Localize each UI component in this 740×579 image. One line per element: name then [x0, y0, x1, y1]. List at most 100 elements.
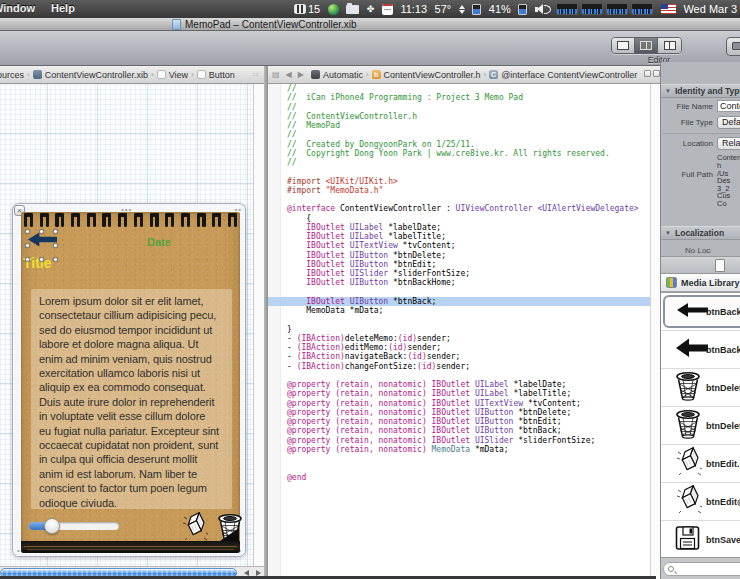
code-line[interactable]: @property (retain, nonatomic) IBOutlet U… [287, 389, 639, 398]
status-temp[interactable]: 57° [435, 3, 452, 15]
gauge-icon-1[interactable] [472, 4, 481, 15]
status-time[interactable]: 11:13 [400, 3, 427, 15]
code-line[interactable]: IBOutlet UIButton *btnBack; [287, 297, 639, 306]
identity-section-header[interactable]: Identity and Type [661, 84, 740, 98]
breadcrumb-view[interactable]: View [169, 70, 188, 80]
code-line[interactable]: // Created by DongyoonPark on 1/25/11. [287, 140, 639, 149]
status-calendar[interactable] [382, 4, 393, 15]
jumpbar-menu-icon[interactable]: ∷ [254, 71, 259, 79]
flag-icon[interactable] [661, 4, 676, 14]
media-item-btnBack2xpng[interactable]: btnBack@2x.png [661, 331, 740, 369]
code-line[interactable]: - (IBAction)deleteMemo:(id)sender; [287, 334, 639, 343]
code-line[interactable] [287, 167, 639, 176]
status-folder[interactable] [346, 5, 359, 14]
code-line[interactable]: #import <UIKit/UIKit.h> [287, 177, 639, 186]
status-percent[interactable]: 41% [489, 3, 511, 15]
status-date[interactable]: Wed Mar 3 [683, 3, 737, 15]
code-line[interactable]: // MemoPad [287, 121, 639, 130]
breadcrumb-interface[interactable]: @interface ContentViewController [501, 70, 637, 80]
code-line[interactable]: IBOutlet UIButton *btnEdit; [287, 260, 639, 269]
code-line[interactable]: IBOutlet UITextView *tvContent; [287, 241, 639, 250]
code-line[interactable] [287, 463, 639, 472]
code-line[interactable]: IBOutlet UIButton *btnBackHome; [287, 278, 639, 287]
code-line[interactable]: IBOutlet UIButton *btnDelete; [287, 251, 639, 260]
breadcrumb-button[interactable]: Button [209, 70, 235, 80]
speaker-icon[interactable] [535, 4, 549, 15]
file-type-popup[interactable]: Default - C Header [717, 116, 740, 129]
updown-icon[interactable] [459, 5, 465, 14]
media-item-btnEditpng[interactable]: btnEdit.png [661, 445, 740, 483]
code-line[interactable]: IBOutlet UISlider *sliderFontSize; [287, 269, 639, 278]
code-line[interactable]: @property (retain, nonatomic) IBOutlet U… [287, 399, 639, 408]
code-line[interactable]: - (IBAction)changeFontSize:(id)sender; [287, 362, 639, 371]
code-line[interactable]: // [287, 103, 639, 112]
code-line[interactable]: - (IBAction)editMemo:(id)sender; [287, 343, 639, 352]
code-line[interactable]: MemoData *mData; [287, 306, 639, 315]
code-line[interactable]: IBOutlet UILabel *labelTitle; [287, 232, 639, 241]
code-line[interactable] [287, 315, 639, 324]
code-line[interactable]: - (IBAction)navigateBack:(id)sender; [287, 352, 639, 361]
code-line[interactable]: // ContentViewController.h [287, 112, 639, 121]
breadcrumb-header[interactable]: ContentViewController.h [384, 70, 481, 80]
localization-section-header[interactable]: Localization [661, 226, 740, 240]
slider-thumb[interactable] [44, 518, 60, 534]
library-bar[interactable] [661, 256, 740, 274]
status-paw[interactable]: ✤ [367, 4, 375, 14]
breadcrumb-automatic[interactable]: Automatic [323, 70, 363, 80]
code-lines[interactable]: //// iCan iPhone4 Programming : Project … [287, 84, 639, 482]
code-line[interactable]: // iCan iPhone4 Programming : Project 3 … [287, 93, 639, 102]
gauge-icon-2[interactable] [518, 4, 527, 15]
code-line[interactable]: // Copyright Dong Yoon Park | www.cre8iv… [287, 149, 639, 158]
code-line[interactable]: @interface ContentViewController : UIVie… [287, 204, 639, 213]
media-item-btnDelete2xpng[interactable]: btnDelete@2x.png [661, 407, 740, 445]
code-line[interactable]: @property (retain, nonatomic) IBOutlet U… [287, 426, 639, 435]
code-line[interactable]: #import "MemoData.h" [287, 186, 639, 195]
code-line[interactable]: @property (retain, nonatomic) MemoData *… [287, 445, 639, 454]
media-item-btnEdit2xpng[interactable]: btnEdit@2x.png [661, 483, 740, 521]
menu-window[interactable]: Window [0, 2, 35, 14]
menu-help[interactable]: Help [51, 2, 75, 14]
code-line[interactable]: { [287, 214, 639, 223]
assistant-editor-button[interactable] [635, 38, 658, 53]
code-line[interactable] [287, 288, 639, 297]
media-item-btnDeletepng[interactable]: btnDelete.png [661, 369, 740, 407]
code-line[interactable]: } [287, 325, 639, 334]
cpu-monitor[interactable] [556, 3, 653, 15]
standard-editor-button[interactable] [612, 38, 635, 53]
code-line[interactable]: @end [287, 473, 639, 482]
code-line[interactable]: @property (retain, nonatomic) IBOutlet U… [287, 436, 639, 445]
code-line[interactable]: @property (retain, nonatomic) IBOutlet U… [287, 408, 639, 417]
related-items-icon[interactable]: ▤ [272, 70, 280, 79]
ib-view-window[interactable]: × ••• •• •• ••• •• Date Title Lorem ipsu… [12, 203, 246, 557]
selection-handle[interactable] [39, 229, 44, 234]
selection-handle[interactable] [25, 229, 30, 234]
font-size-slider[interactable] [29, 522, 119, 530]
selection-handle[interactable] [25, 257, 30, 262]
media-library-selector[interactable]: Media Library [661, 274, 740, 292]
code-line[interactable]: @property (retain, nonatomic) IBOutlet U… [287, 417, 639, 426]
canvas-vscroll-track[interactable] [253, 84, 264, 566]
selection-handle[interactable] [53, 243, 58, 248]
version-editor-button[interactable] [658, 38, 681, 53]
code-gutter[interactable] [268, 84, 281, 579]
location-popup[interactable]: Relative to Group [717, 137, 740, 150]
selection-handle[interactable] [53, 229, 58, 234]
selection-handle[interactable] [53, 257, 58, 262]
code-line[interactable]: @property (retain, nonatomic) IBOutlet U… [287, 380, 639, 389]
code-line[interactable]: // [287, 84, 639, 93]
media-item-btnBackpng[interactable]: btnBack.png [661, 293, 740, 331]
view-buttons-fragment[interactable] [726, 37, 740, 56]
selection-handle[interactable] [25, 243, 30, 248]
code-line[interactable]: // [287, 158, 639, 167]
status-orb[interactable] [328, 4, 339, 15]
media-item-btnSavepng[interactable]: btnSave.png [661, 521, 740, 559]
notepad-view[interactable]: Date Title Lorem ipsum dolor sit er elit… [21, 212, 240, 553]
assistant-editor-buttons[interactable] [644, 70, 660, 77]
status-battery[interactable]: 15 [294, 3, 320, 15]
code-line[interactable]: // [287, 130, 639, 139]
breadcrumb-xib[interactable]: ContentViewController.xib [45, 70, 148, 80]
breadcrumb-resources[interactable]: Resources [0, 70, 24, 80]
back-button[interactable] [27, 231, 57, 252]
selection-handle[interactable] [39, 257, 44, 262]
code-vscroll-track[interactable] [650, 84, 660, 579]
